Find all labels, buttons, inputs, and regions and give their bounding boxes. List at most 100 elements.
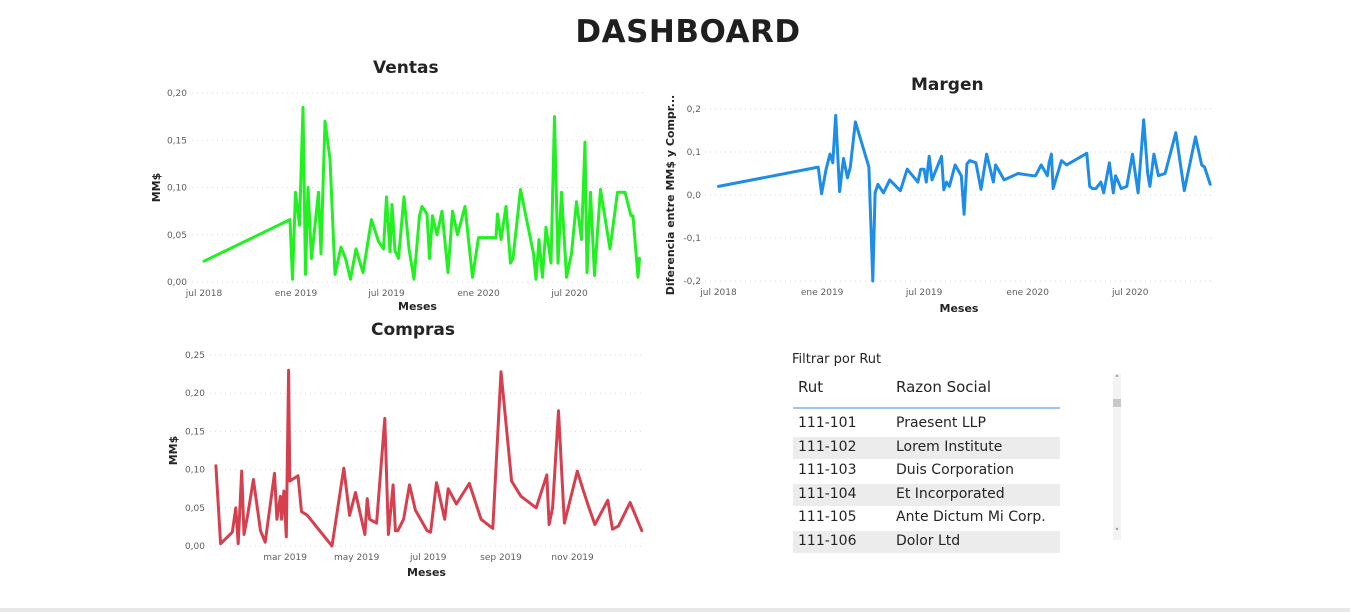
data-point[interactable] xyxy=(499,370,503,374)
data-point[interactable] xyxy=(273,471,277,475)
data-point[interactable] xyxy=(628,500,632,504)
razon-social-cell: Et Incorporated xyxy=(896,485,1005,502)
data-point[interactable] xyxy=(413,508,417,512)
data-point[interactable] xyxy=(288,479,292,483)
data-point[interactable] xyxy=(234,506,238,510)
rut-cell: 111-105 xyxy=(798,509,857,525)
data-point[interactable] xyxy=(562,521,566,525)
data-point[interactable] xyxy=(287,368,291,372)
data-point[interactable] xyxy=(365,497,369,501)
data-point[interactable] xyxy=(616,524,620,528)
table-row[interactable]: 111-103 Duis Corporation xyxy=(793,460,1060,484)
y-tick-label: 0,25 xyxy=(185,351,205,361)
data-point[interactable] xyxy=(375,521,379,525)
data-point[interactable] xyxy=(282,489,286,493)
table-header: Rut Razon Social xyxy=(793,374,1060,409)
data-point[interactable] xyxy=(396,529,400,533)
rut-cell: 111-101 xyxy=(798,415,857,431)
data-point[interactable] xyxy=(491,526,495,530)
razon-social-cell: Praesent LLP xyxy=(896,415,986,431)
data-point[interactable] xyxy=(284,535,288,539)
data-point[interactable] xyxy=(557,409,561,413)
y-tick-label: 0,05 xyxy=(185,504,205,514)
x-tick-label: sep 2019 xyxy=(480,553,522,563)
data-point[interactable] xyxy=(429,530,433,534)
table-row[interactable]: 111-101 Praesent LLP xyxy=(793,413,1060,437)
data-point[interactable] xyxy=(242,533,246,537)
column-header-rut[interactable]: Rut xyxy=(798,378,823,396)
table-body: 111-101 Praesent LLP 111-102 Lorem Institut… xyxy=(793,413,1060,554)
data-point[interactable] xyxy=(291,477,295,481)
x-tick-label: mar 2019 xyxy=(263,553,307,563)
data-point[interactable] xyxy=(342,466,346,470)
data-point[interactable] xyxy=(551,506,555,510)
data-point[interactable] xyxy=(437,491,441,495)
table-row[interactable]: 111-105 Ante Dictum Mi Corp. xyxy=(793,507,1060,531)
data-point[interactable] xyxy=(519,494,523,498)
data-point[interactable] xyxy=(575,469,579,473)
data-point[interactable] xyxy=(534,506,538,510)
data-point[interactable] xyxy=(354,491,358,495)
data-point[interactable] xyxy=(300,510,304,514)
chevron-down-icon[interactable]: ˅ xyxy=(1113,529,1121,538)
page-bottom-border xyxy=(0,608,1350,612)
data-point[interactable] xyxy=(386,533,390,537)
data-point[interactable] xyxy=(219,542,223,546)
x-tick-label: jul 2019 xyxy=(409,553,447,563)
data-point[interactable] xyxy=(278,494,282,498)
rut-slicer-table[interactable]: Rut Razon Social 111-101 Praesent LLP 111-… xyxy=(793,374,1060,554)
data-point[interactable] xyxy=(547,523,551,527)
data-point[interactable] xyxy=(230,530,234,534)
data-point[interactable] xyxy=(263,540,267,544)
data-point[interactable] xyxy=(383,416,387,420)
x-tick-label: may 2019 xyxy=(334,553,380,563)
data-point[interactable] xyxy=(305,513,309,517)
data-point[interactable] xyxy=(280,517,284,521)
data-point[interactable] xyxy=(593,523,597,527)
data-point[interactable] xyxy=(545,473,549,477)
column-header-razon-social[interactable]: Razon Social xyxy=(896,378,991,396)
x-axis-label: Meses xyxy=(407,566,446,579)
data-point[interactable] xyxy=(581,488,585,492)
chevron-up-icon[interactable]: ˄ xyxy=(1113,376,1121,385)
data-point[interactable] xyxy=(251,478,255,482)
data-point[interactable] xyxy=(246,513,250,517)
data-point[interactable] xyxy=(236,542,240,546)
data-point[interactable] xyxy=(214,464,218,468)
razon-social-cell: Duis Corporation xyxy=(896,462,1014,478)
table-row[interactable]: 111-102 Lorem Institute xyxy=(793,436,1060,460)
data-point[interactable] xyxy=(606,498,610,502)
data-point[interactable] xyxy=(296,474,300,478)
data-point[interactable] xyxy=(434,481,438,485)
data-point[interactable] xyxy=(479,517,483,521)
table-row[interactable]: 111-106 Dolor Ltd xyxy=(793,530,1060,554)
slicer-title: Filtrar por Rut xyxy=(792,352,882,367)
data-point[interactable] xyxy=(640,529,644,533)
data-point[interactable] xyxy=(425,529,429,533)
data-point[interactable] xyxy=(363,533,367,537)
table-row[interactable]: 111-104 Et Incorporated xyxy=(793,483,1060,507)
data-point[interactable] xyxy=(402,517,406,521)
data-point[interactable] xyxy=(587,506,591,510)
y-tick-label: 0,10 xyxy=(185,466,205,476)
compras-line-chart[interactable]: 0,00 0,05 0,10 0,15 0,20 0,25 mar 2019 may 2019… xyxy=(0,0,1350,612)
data-point[interactable] xyxy=(446,487,450,491)
data-point[interactable] xyxy=(391,483,395,487)
x-tick-label: nov 2019 xyxy=(551,553,594,563)
data-point[interactable] xyxy=(368,517,372,521)
data-point[interactable] xyxy=(240,469,244,473)
data-point[interactable] xyxy=(610,527,614,531)
scrollbar-thumb[interactable] xyxy=(1113,399,1121,407)
data-point[interactable] xyxy=(275,517,279,521)
data-point[interactable] xyxy=(258,529,262,533)
data-point[interactable] xyxy=(348,513,352,517)
rut-cell: 111-104 xyxy=(798,485,857,502)
data-point[interactable] xyxy=(407,483,411,487)
data-point[interactable] xyxy=(330,544,334,548)
data-point[interactable] xyxy=(454,502,458,506)
data-point[interactable] xyxy=(467,481,471,485)
data-point[interactable] xyxy=(443,517,447,521)
table-scrollbar[interactable]: ˄ ˅ xyxy=(1113,374,1121,540)
rut-cell: 111-102 xyxy=(798,438,857,455)
data-point[interactable] xyxy=(510,479,514,483)
